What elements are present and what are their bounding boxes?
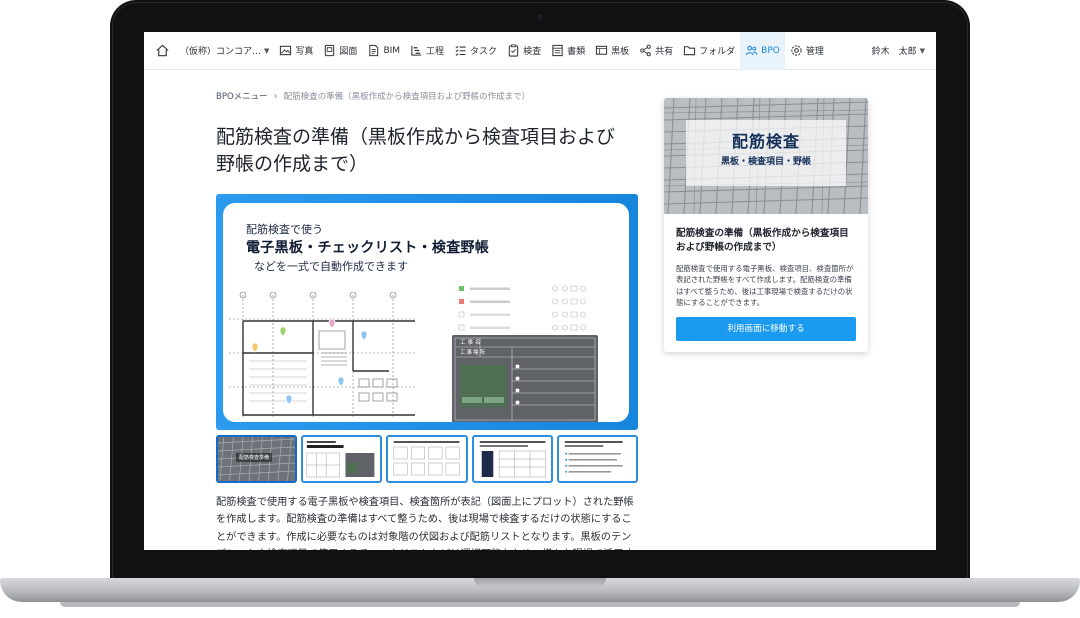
description-text: 配筋検査で使用する電子黒板や検査項目、検査箇所が表記（図面上にプロット）された野… — [216, 497, 634, 550]
home-icon — [156, 44, 169, 57]
slide-preview-4 — [479, 441, 546, 478]
floor-plan-illustration — [229, 291, 415, 419]
nav-item-task[interactable]: タスク — [449, 32, 502, 70]
nav-item-bim[interactable]: BIM — [362, 32, 405, 70]
camera-dot — [537, 14, 543, 20]
board-row-2: 工事場所 — [460, 350, 487, 356]
task-icon — [455, 45, 466, 56]
folder-icon — [684, 46, 696, 56]
photo-icon — [280, 45, 292, 56]
inspection-icon — [508, 44, 519, 57]
project-name: （仮称）コンコア… — [180, 47, 262, 57]
schedule-icon — [411, 45, 422, 56]
top-nav: （仮称）コンコア… ▼ 写真 図面 BIM 工程 タスク 検査 書類 黒板 共有… — [144, 32, 936, 70]
service-description: 配筋検査で使用する電子黒板、検査項目、検査箇所が表記された野帳をすべて作成します… — [676, 264, 854, 307]
nav-label: 書類 — [567, 47, 586, 57]
slide-preview-5 — [564, 441, 623, 473]
hero-line-2: 電子黒板・チェックリスト・検査野帳 — [246, 240, 490, 256]
nav-item-admin[interactable]: 管理 — [785, 32, 829, 70]
nav-label: 黒板 — [611, 47, 630, 57]
slide-thumbnail-2[interactable] — [301, 435, 383, 483]
slide-preview-3 — [394, 441, 461, 476]
laptop-foot — [60, 602, 1020, 607]
slide-thumbnails: 配筋検査準備 — [216, 435, 639, 483]
slide-thumbnail-5[interactable] — [556, 435, 639, 483]
user-name: 鈴木 太郎 — [871, 47, 917, 57]
document-icon — [552, 44, 563, 57]
laptop-notch — [474, 578, 606, 587]
breadcrumb: BPOメニュー › 配筋検査の準備（黒板作成から検査項目および野帳の作成まで） — [216, 90, 531, 103]
bim-icon — [369, 44, 379, 57]
banner-subtitle: 黒板・検査項目・野帳 — [720, 157, 811, 167]
slide-thumbnail-1[interactable]: 配筋検査準備 — [216, 435, 298, 483]
hero-slide: 配筋検査で使う 電子黒板・チェックリスト・検査野帳 などを一式で自動作成できます — [216, 194, 638, 430]
slide-preview-2 — [306, 441, 375, 478]
share-icon — [640, 44, 651, 57]
service-card: 配筋検査 黒板・検査項目・野帳 配筋検査の準備（黒板作成から検査項目および野帳の… — [664, 98, 868, 352]
chevron-down-icon: ▼ — [264, 46, 270, 55]
nav-label: 検査 — [523, 47, 542, 57]
service-title: 配筋検査の準備（黒板作成から検査項目および野帳の作成まで） — [676, 228, 849, 253]
nav-item-share[interactable]: 共有 — [634, 32, 678, 70]
nav-label: タスク — [470, 47, 498, 57]
nav-item-inspection[interactable]: 検査 — [502, 32, 546, 70]
bpo-icon — [746, 45, 758, 56]
breadcrumb-root-link[interactable]: BPOメニュー — [216, 90, 268, 102]
home-button[interactable] — [150, 32, 175, 70]
gear-icon — [791, 45, 802, 56]
chevron-right-icon: › — [273, 90, 278, 102]
nav-label: 共有 — [655, 47, 674, 57]
chevron-down-icon: ▼ — [919, 46, 925, 55]
nav-label: 管理 — [805, 47, 824, 57]
thumbnail-caption: 配筋検査準備 — [236, 453, 273, 462]
nav-item-documents[interactable]: 書類 — [546, 32, 590, 70]
nav-label: フォルダ — [699, 47, 736, 57]
nav-label: 図面 — [339, 47, 358, 57]
service-banner: 配筋検査 黒板・検査項目・野帳 — [664, 98, 868, 214]
nav-item-bpo[interactable]: BPO — [740, 32, 785, 70]
blackboard-icon — [595, 45, 608, 55]
nav-item-folder[interactable]: フォルダ — [678, 32, 740, 70]
nav-label: BPO — [761, 45, 780, 56]
slide-thumbnail-3[interactable] — [386, 435, 468, 483]
nav-item-schedule[interactable]: 工程 — [405, 32, 449, 70]
open-service-button[interactable]: 利用画面に移動する — [676, 317, 856, 341]
nav-item-blackboard[interactable]: 黒板 — [590, 32, 634, 70]
user-menu[interactable]: 鈴木 太郎 ▼ — [867, 32, 930, 70]
banner-title: 配筋検査 — [731, 132, 800, 151]
project-selector[interactable]: （仮称）コンコア… ▼ — [175, 32, 274, 70]
board-row-1: 工事名 — [460, 340, 483, 346]
checklist-illustration — [458, 285, 586, 331]
hero-slide-card: 配筋検査で使う 電子黒板・チェックリスト・検査野帳 などを一式で自動作成できます — [223, 203, 629, 422]
drawing-icon — [325, 44, 335, 57]
nav-label: BIM — [383, 45, 401, 56]
hero-line-3: などを一式で自動作成できます — [254, 260, 408, 273]
nav-label: 工程 — [426, 47, 445, 57]
breadcrumb-current: 配筋検査の準備（黒板作成から検査項目および野帳の作成まで） — [283, 92, 531, 102]
blackboard-illustration: 工事名 工事場所 — [452, 335, 598, 422]
app-screen: （仮称）コンコア… ▼ 写真 図面 BIM 工程 タスク 検査 書類 黒板 共有… — [144, 32, 936, 550]
hero-line-1: 配筋検査で使う — [246, 223, 323, 236]
slide-thumbnail-4[interactable] — [471, 435, 553, 483]
nav-item-drawing[interactable]: 図面 — [318, 32, 362, 70]
nav-label: 写真 — [295, 47, 314, 57]
nav-item-photo[interactable]: 写真 — [274, 32, 318, 70]
page-title: 配筋検査の準備（黒板作成から検査項目および野帳の作成まで） — [216, 126, 616, 175]
main-content: BPOメニュー › 配筋検査の準備（黒板作成から検査項目および野帳の作成まで） … — [144, 70, 936, 550]
